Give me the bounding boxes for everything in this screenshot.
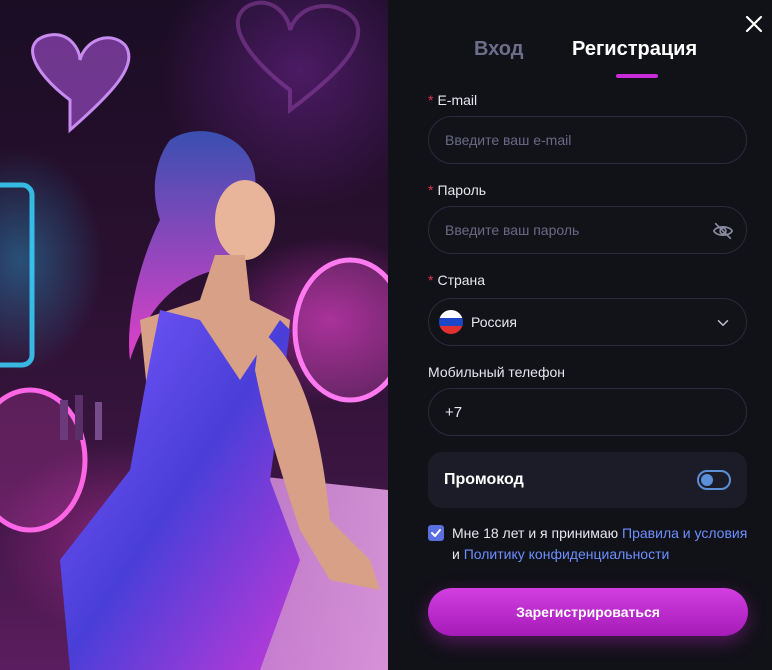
tab-login[interactable]: Вход	[474, 38, 523, 61]
password-field-wrapper	[428, 206, 747, 254]
terms-checkbox[interactable]	[428, 525, 444, 541]
checkmark-icon	[431, 529, 441, 537]
rules-link[interactable]: Правила и условия	[622, 525, 747, 541]
promo-code-toggle[interactable]	[697, 470, 731, 490]
close-icon[interactable]	[742, 12, 766, 36]
country-value: Россия	[471, 314, 517, 330]
privacy-policy-link[interactable]: Политику конфиденциальности	[464, 546, 670, 562]
required-mark: *	[428, 272, 434, 288]
password-label-text: Пароль	[437, 182, 487, 198]
phone-field[interactable]: +7	[428, 388, 747, 436]
promo-code-label: Промокод	[444, 471, 524, 488]
registration-panel: Вход Регистрация *E-mail *Пароль *Страна…	[388, 0, 772, 670]
neon-bar-scene	[0, 0, 388, 670]
email-field[interactable]	[445, 132, 730, 148]
active-tab-indicator	[616, 74, 658, 78]
required-mark: *	[428, 182, 434, 198]
toggle-knob	[701, 474, 713, 486]
terms-conjunction: и	[452, 546, 464, 562]
email-field-wrapper	[428, 116, 747, 164]
phone-value: +7	[445, 403, 463, 421]
country-label: * Страна	[428, 272, 485, 288]
promo-code-row: Промокод	[428, 452, 747, 508]
required-mark: *	[428, 92, 434, 108]
password-label: * Пароль	[428, 182, 486, 198]
country-select[interactable]: Россия	[428, 298, 747, 346]
password-field[interactable]	[445, 222, 730, 238]
eye-off-icon[interactable]	[712, 220, 734, 242]
promo-illustration	[0, 0, 388, 670]
tab-register[interactable]: Регистрация	[572, 38, 697, 61]
email-label-text: E-mail	[437, 92, 478, 108]
register-button[interactable]: Зарегистрироваться	[428, 588, 748, 636]
russia-flag-icon	[439, 310, 463, 334]
terms-text-before: Мне 18 лет и я принимаю	[452, 525, 623, 541]
email-label: * E-mail	[428, 92, 477, 108]
terms-text: Мне 18 лет и я принимаю Правила и услови…	[452, 523, 752, 565]
phone-label: Мобильный телефон	[428, 364, 565, 380]
auth-tabs: Вход Регистрация	[388, 38, 772, 78]
country-label-text: Страна	[437, 272, 486, 288]
chevron-down-icon	[717, 320, 729, 326]
